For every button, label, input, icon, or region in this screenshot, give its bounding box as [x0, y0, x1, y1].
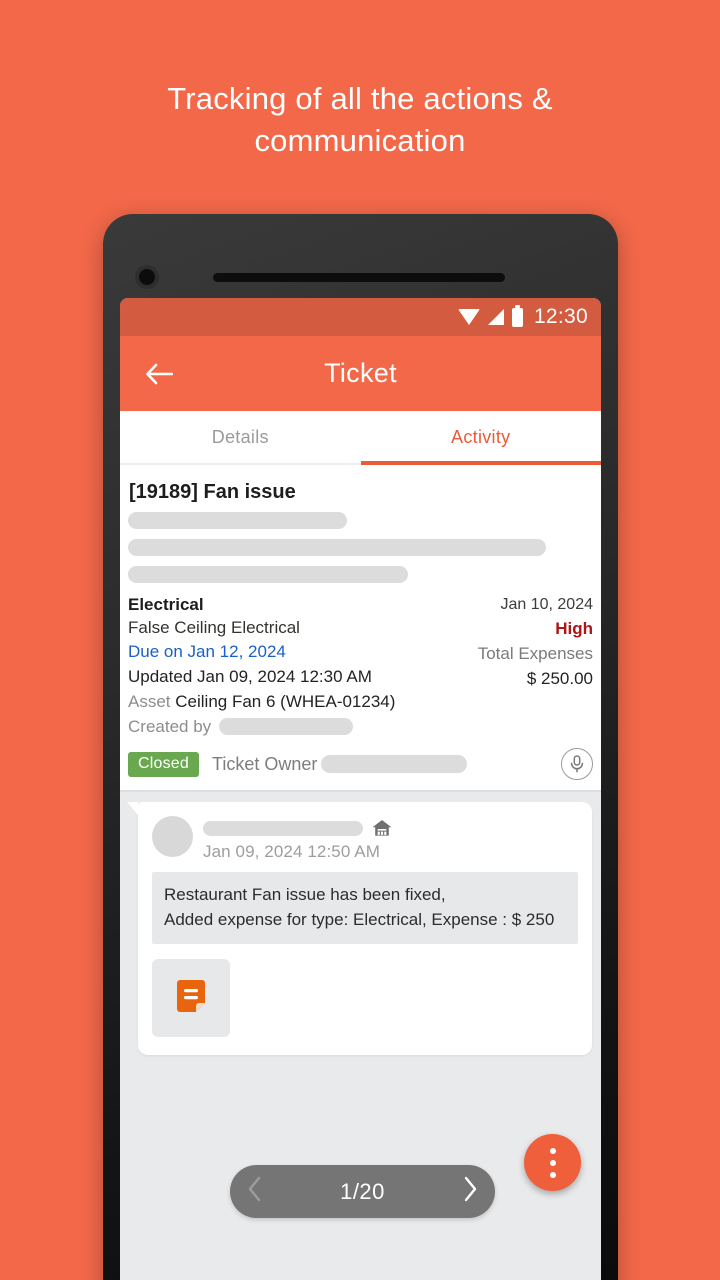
comment-message-line-2: Added expense for type: Electrical, Expe… [164, 910, 555, 929]
chevron-right-icon [464, 1176, 477, 1202]
asset-label: Asset [128, 692, 171, 711]
asset-value: Ceiling Fan 6 (WHEA-01234) [175, 692, 396, 711]
avatar [152, 816, 193, 857]
ticket-info-row: Electrical False Ceiling Electrical Due … [128, 593, 593, 739]
comment-author-row [203, 818, 393, 838]
chevron-left-icon [248, 1176, 261, 1202]
ticket-created-by: Created by [128, 714, 395, 739]
tab-details[interactable]: Details [120, 411, 361, 463]
tab-bar: Details Activity [120, 411, 601, 465]
total-expenses-label: Total Expenses [477, 644, 593, 663]
comment-header: Jan 09, 2024 12:50 AM [152, 816, 578, 862]
comment-attachments [152, 959, 578, 1037]
microphone-button[interactable] [561, 748, 593, 780]
activity-comment-card[interactable]: Jan 09, 2024 12:50 AM Restaurant Fan iss… [127, 802, 592, 1055]
ticket-category: Electrical [128, 595, 204, 614]
placeholder-bar [128, 539, 546, 556]
total-expenses-value: $ 250.00 [526, 669, 593, 688]
promo-line-2: communication [254, 123, 466, 158]
back-arrow-icon [146, 363, 173, 384]
comment-timestamp: Jan 09, 2024 12:50 AM [203, 842, 380, 861]
document-note-icon [177, 980, 205, 1012]
activity-feed: Jan 09, 2024 12:50 AM Restaurant Fan iss… [120, 792, 601, 1055]
placeholder-bar [128, 512, 347, 529]
more-options-fab[interactable] [524, 1134, 581, 1191]
ticket-created-date: Jan 10, 2024 [500, 596, 593, 613]
comment-message-line-1: Restaurant Fan issue has been fixed, [164, 885, 446, 904]
pagination-prev-button[interactable] [247, 1176, 262, 1207]
pagination-control: 1/20 [230, 1165, 495, 1218]
ticket-info-right: Jan 10, 2024 High Total Expenses $ 250.0… [478, 593, 593, 691]
status-bar-clock: 12:30 [533, 305, 588, 328]
wifi-icon [457, 308, 480, 325]
ticket-priority: High [555, 619, 593, 638]
earpiece-speaker [213, 273, 505, 282]
comment-message: Restaurant Fan issue has been fixed, Add… [152, 872, 578, 944]
microphone-icon [570, 755, 584, 773]
comment-meta: Jan 09, 2024 12:50 AM [203, 816, 393, 862]
phone-device-frame: 12:30 Ticket Details Activity [19189] Fa… [103, 214, 618, 1280]
pagination-label: 1/20 [340, 1178, 385, 1204]
ticket-owner-label: Ticket Owner [212, 753, 318, 774]
front-camera-icon [135, 265, 159, 289]
building-icon [372, 820, 392, 836]
pagination-next-button[interactable] [463, 1176, 478, 1207]
more-vertical-icon [549, 1159, 556, 1166]
placeholder-bar [219, 718, 354, 735]
tab-activity[interactable]: Activity [360, 411, 602, 465]
placeholder-bar [203, 820, 363, 836]
promo-headline: Tracking of all the actions & communicat… [0, 78, 720, 162]
back-button[interactable] [138, 353, 180, 395]
ticket-owner-row: Closed Ticket Owner [128, 748, 593, 780]
promo-line-1: Tracking of all the actions & [167, 81, 553, 116]
status-bar: 12:30 [120, 298, 601, 336]
phone-screen: 12:30 Ticket Details Activity [19189] Fa… [120, 298, 601, 1280]
ticket-due-date: Due on Jan 12, 2024 [128, 642, 286, 661]
ticket-updated: Updated Jan 09, 2024 12:30 AM [128, 667, 372, 686]
ticket-detail-card: [19189] Fan issue Electrical False Ceili… [120, 465, 601, 792]
ticket-title: [19189] Fan issue [129, 481, 296, 503]
page-title: Ticket [324, 358, 397, 388]
more-vertical-icon [549, 1171, 556, 1178]
battery-icon [511, 304, 523, 327]
ticket-info-left: Electrical False Ceiling Electrical Due … [128, 593, 395, 739]
placeholder-bar [321, 755, 468, 773]
status-badge: Closed [128, 751, 200, 777]
ticket-subcategory: False Ceiling Electrical [128, 618, 300, 637]
attachment-thumbnail[interactable] [152, 959, 230, 1037]
ticket-asset: Asset Ceiling Fan 6 (WHEA-01234) [128, 689, 395, 714]
more-vertical-icon [549, 1147, 556, 1154]
app-bar: Ticket [120, 336, 601, 411]
cellular-signal-icon [487, 308, 504, 325]
created-by-label: Created by [128, 717, 212, 736]
placeholder-bar [128, 566, 408, 583]
